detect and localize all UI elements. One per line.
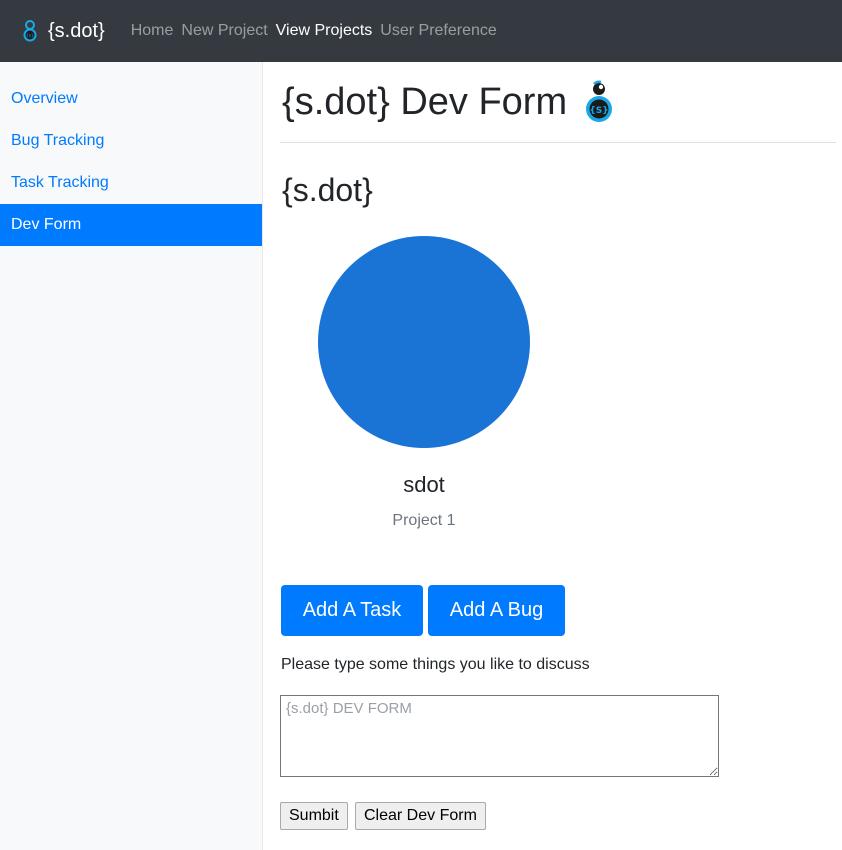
nav-links: Home New Project View Projects User Pref…	[131, 22, 505, 40]
nav-link-home[interactable]: Home	[131, 22, 174, 40]
top-navbar: {s} {s.dot} Home New Project View Projec…	[0, 0, 842, 62]
sidebar-item-task-tracking[interactable]: Task Tracking	[0, 162, 262, 204]
brand-text: {s.dot}	[48, 19, 105, 42]
sdot-mascot-icon: {S}	[586, 80, 613, 122]
sidebar-item-bug-tracking[interactable]: Bug Tracking	[0, 120, 262, 162]
add-bug-button[interactable]: Add A Bug	[428, 585, 565, 636]
project-name: Project 1	[392, 512, 456, 529]
dev-form-textarea[interactable]	[280, 695, 719, 777]
project-owner-name: sdot	[403, 472, 445, 497]
clear-dev-form-button[interactable]: Clear Dev Form	[355, 802, 486, 830]
nav-link-view-projects[interactable]: View Projects	[276, 22, 373, 40]
discussion-prompt: Please type some things you like to disc…	[281, 656, 590, 673]
sidebar: Overview Bug Tracking Task Tracking Dev …	[0, 62, 263, 850]
title-divider	[280, 142, 836, 143]
main-content: {s.dot} Dev Form {S} {s.dot} sdot Projec…	[280, 62, 836, 850]
project-avatar	[318, 236, 530, 448]
svg-text:{s}: {s}	[26, 33, 34, 39]
sidebar-item-dev-form[interactable]: Dev Form	[0, 204, 262, 246]
nav-link-user-preference[interactable]: User Preference	[380, 22, 497, 40]
sidebar-item-overview[interactable]: Overview	[0, 78, 262, 120]
add-task-button[interactable]: Add A Task	[281, 585, 423, 636]
sdot-mascot-icon: {s}	[23, 20, 37, 42]
section-heading: {s.dot}	[282, 172, 373, 208]
page-title-row: {s.dot} Dev Form {S}	[282, 78, 617, 126]
page-title: {s.dot} Dev Form	[282, 81, 568, 123]
nav-link-new-project[interactable]: New Project	[181, 22, 267, 40]
submit-button[interactable]: Sumbit	[280, 802, 348, 830]
svg-text:{S}: {S}	[589, 106, 608, 116]
brand-link[interactable]: {s} {s.dot}	[20, 19, 105, 43]
